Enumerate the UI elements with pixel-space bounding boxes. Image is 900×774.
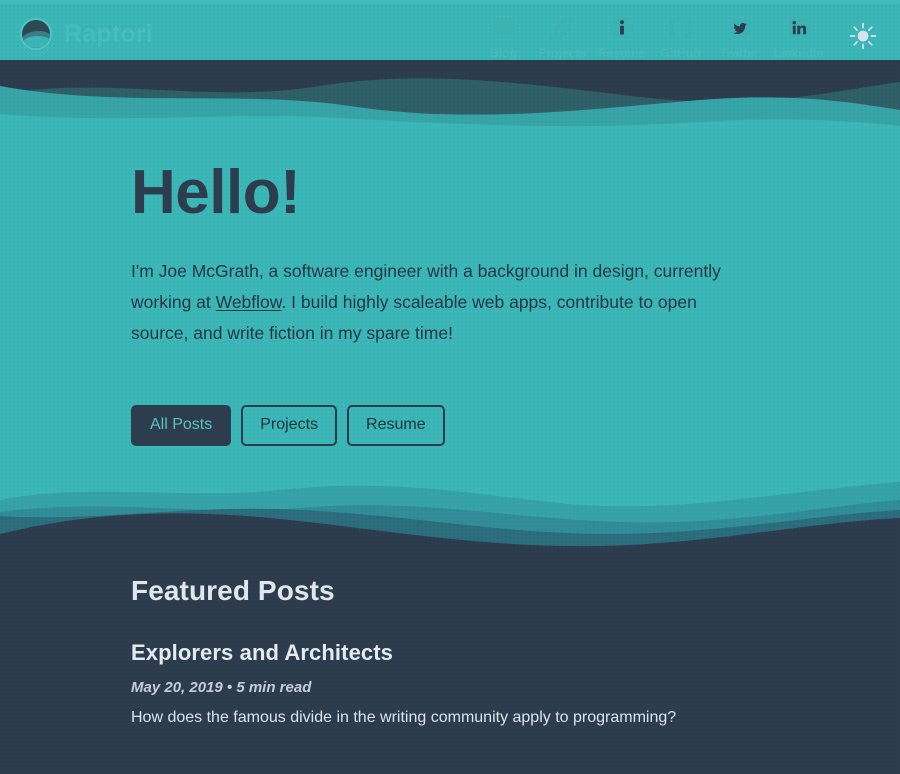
nav-item-blog[interactable]: Blog (474, 15, 533, 60)
hero-button-group: All Posts Projects Resume (131, 405, 771, 447)
webflow-link[interactable]: Webflow (216, 292, 282, 312)
linkedin-icon (786, 15, 812, 41)
speech-bubble-icon (491, 15, 517, 41)
nav-item-linkedin[interactable]: LinkedIn (769, 15, 828, 60)
nav-label-linkedin: LinkedIn (773, 46, 824, 60)
wave-divider-bottom (0, 460, 900, 570)
nav-label-twitter: Twitter (719, 46, 760, 60)
github-icon (668, 15, 694, 41)
featured-posts-heading: Featured Posts (131, 575, 335, 606)
hero-section: Hello! I'm Joe McGrath, a software engin… (131, 158, 771, 447)
site-header: Raptori Blog Projects Resume GitHub Twit… (0, 4, 900, 80)
all-posts-button[interactable]: All Posts (131, 405, 232, 447)
main-navigation: Blog Projects Resume GitHub Twitter Link… (474, 15, 886, 60)
theme-toggle-button[interactable] (840, 14, 886, 60)
resume-button[interactable]: Resume (347, 405, 445, 447)
page-title: Hello! (131, 158, 301, 227)
brand-name: Raptori (64, 19, 153, 48)
projects-button[interactable]: Projects (241, 405, 338, 447)
brand-logo-link[interactable]: Raptori (20, 18, 153, 50)
hero-intro-text: I'm Joe McGrath, a software engineer wit… (131, 256, 743, 349)
nav-label-blog: Blog (489, 46, 518, 60)
circle-wave-logo-icon (20, 18, 52, 50)
twitter-icon (727, 15, 753, 41)
nav-item-github[interactable]: GitHub (651, 15, 710, 60)
post-title-link[interactable]: Explorers and Architects (131, 640, 831, 666)
sun-icon (848, 21, 878, 54)
featured-post-item: Explorers and Architects May 20, 2019 • … (131, 640, 831, 729)
top-accent-bar (0, 0, 900, 4)
featured-posts-section: Featured Posts Explorers and Architects … (131, 575, 831, 729)
nav-label-resume: Resume (597, 46, 646, 60)
post-meta: May 20, 2019 • 5 min read (131, 679, 312, 696)
nav-label-github: GitHub (660, 46, 701, 60)
rocket-icon (550, 15, 576, 41)
nav-item-projects[interactable]: Projects (533, 15, 592, 60)
info-circle-icon (609, 15, 635, 41)
nav-item-twitter[interactable]: Twitter (710, 15, 769, 60)
nav-label-projects: Projects (538, 46, 587, 60)
nav-item-resume[interactable]: Resume (592, 15, 651, 60)
post-description: How does the famous divide in the writin… (131, 709, 677, 726)
